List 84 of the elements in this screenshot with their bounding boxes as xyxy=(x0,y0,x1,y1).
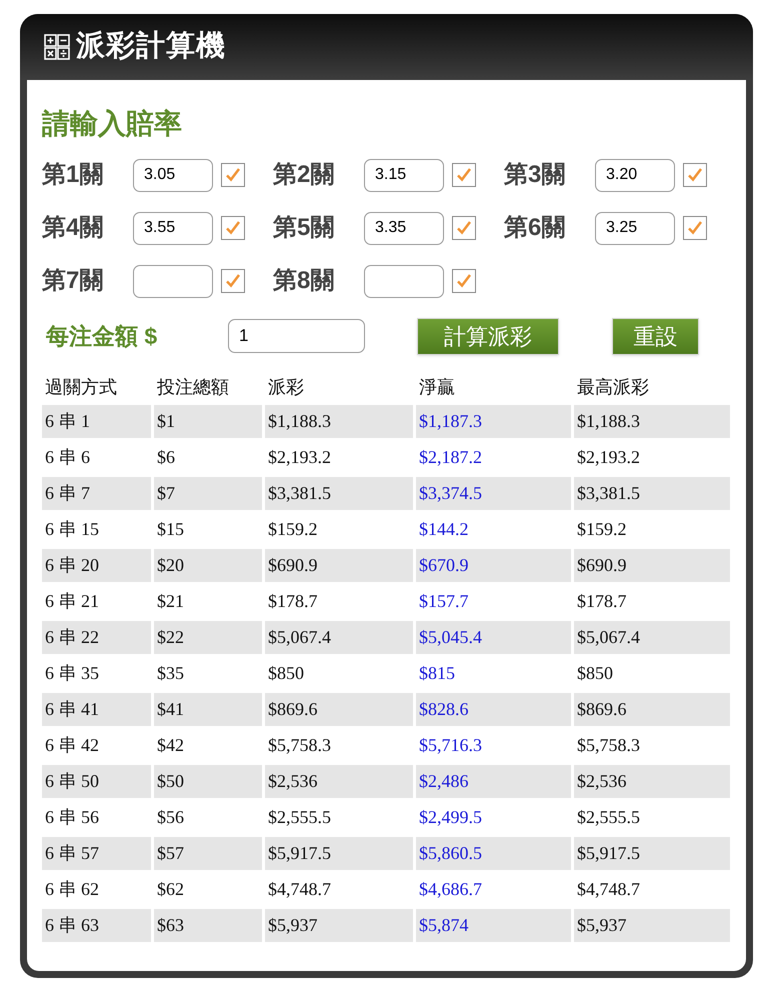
leg-label: 第3關 xyxy=(504,160,566,190)
table-cell: 6 串 1 xyxy=(42,405,151,438)
reset-button[interactable]: 重設 xyxy=(612,318,699,354)
stake-label: 每注金額 $ xyxy=(46,322,158,351)
checkbox[interactable] xyxy=(221,216,245,240)
table-cell: $2,536 xyxy=(574,765,730,798)
check-icon xyxy=(455,272,473,290)
odds-field[interactable]: 3.15 xyxy=(364,158,444,192)
table-cell: $5,937 xyxy=(265,909,413,942)
table-cell: $22 xyxy=(154,621,262,654)
table-cell: 6 串 57 xyxy=(42,837,151,870)
checkbox[interactable] xyxy=(452,216,476,240)
check-icon xyxy=(455,166,473,184)
table-cell: $5,860.5 xyxy=(416,837,571,870)
table-cell: $1 xyxy=(154,405,262,438)
section-title: 請輸入賠率 xyxy=(42,107,183,141)
table-cell: $7 xyxy=(154,477,262,510)
column-header: 投注總額 xyxy=(156,376,230,398)
leg-label: 第1關 xyxy=(42,160,104,190)
table-cell: 6 串 41 xyxy=(42,693,151,726)
checkbox[interactable] xyxy=(452,269,476,293)
table-cell: $5,874 xyxy=(416,909,571,942)
checkbox[interactable] xyxy=(452,163,476,187)
table-cell: $3,381.5 xyxy=(574,477,730,510)
odds-field[interactable] xyxy=(133,264,213,298)
table-cell: $5,917.5 xyxy=(574,837,730,870)
leg-label: 第8關 xyxy=(273,266,336,296)
table-cell: $670.9 xyxy=(416,549,571,582)
table-cell: $50 xyxy=(154,765,262,798)
check-icon xyxy=(224,166,242,184)
table-cell: 6 串 22 xyxy=(42,621,151,654)
odds-field[interactable]: 3.35 xyxy=(364,212,444,244)
table-cell: $828.6 xyxy=(416,693,571,726)
odds-field[interactable] xyxy=(364,264,444,298)
column-header: 派彩 xyxy=(267,376,305,398)
table-cell: 6 串 7 xyxy=(42,477,151,510)
table-cell: $1,188.3 xyxy=(574,405,730,438)
table-cell: 6 串 63 xyxy=(42,909,151,942)
calculate-button[interactable]: 計算派彩 xyxy=(417,318,559,354)
table-cell: $5,917.5 xyxy=(265,837,413,870)
leg-label: 第6關 xyxy=(504,213,566,243)
table-cell: $63 xyxy=(154,909,262,942)
table-cell: $3,374.5 xyxy=(416,477,571,510)
check-icon xyxy=(224,219,242,237)
checkbox[interactable] xyxy=(221,163,245,187)
odds-field[interactable]: 3.55 xyxy=(133,212,213,244)
table-cell: 6 串 50 xyxy=(42,765,151,798)
calculator-icon xyxy=(44,34,70,60)
table-cell: $2,536 xyxy=(265,765,413,798)
table-cell: 6 串 20 xyxy=(42,549,151,582)
check-icon xyxy=(686,219,704,237)
checkbox[interactable] xyxy=(683,163,707,187)
table-cell: $2,486 xyxy=(416,765,571,798)
table-cell: $1,188.3 xyxy=(265,405,413,438)
table-cell: $41 xyxy=(154,693,262,726)
table-cell: $57 xyxy=(154,837,262,870)
column-header: 淨贏 xyxy=(418,376,456,398)
leg-label: 第2關 xyxy=(273,160,336,190)
table-cell: $5,067.4 xyxy=(265,621,413,654)
table-cell: $1,187.3 xyxy=(416,405,571,438)
table-cell: $5,937 xyxy=(574,909,730,942)
stake-field[interactable]: 1 xyxy=(228,319,365,353)
odds-field[interactable]: 3.05 xyxy=(133,158,213,192)
table-cell: $5,045.4 xyxy=(416,621,571,654)
table-cell: $869.6 xyxy=(574,693,730,726)
check-icon xyxy=(224,272,242,290)
table-cell: $690.9 xyxy=(265,549,413,582)
table-cell: $5,067.4 xyxy=(574,621,730,654)
leg-label: 第7關 xyxy=(42,266,104,296)
table-cell: $690.9 xyxy=(574,549,730,582)
column-header: 過關方式 xyxy=(44,376,118,398)
window-title: 派彩計算機 xyxy=(76,29,226,64)
check-icon xyxy=(686,166,704,184)
odds-field[interactable]: 3.20 xyxy=(595,158,675,192)
table-cell: $869.6 xyxy=(265,693,413,726)
leg-label: 第5關 xyxy=(273,213,336,243)
table-cell: $3,381.5 xyxy=(265,477,413,510)
column-header: 最高派彩 xyxy=(576,376,650,398)
leg-label: 第4關 xyxy=(42,213,104,243)
table-cell: $20 xyxy=(154,549,262,582)
check-icon xyxy=(455,219,473,237)
checkbox[interactable] xyxy=(683,216,707,240)
checkbox[interactable] xyxy=(221,269,245,293)
odds-field[interactable]: 3.25 xyxy=(595,212,675,244)
